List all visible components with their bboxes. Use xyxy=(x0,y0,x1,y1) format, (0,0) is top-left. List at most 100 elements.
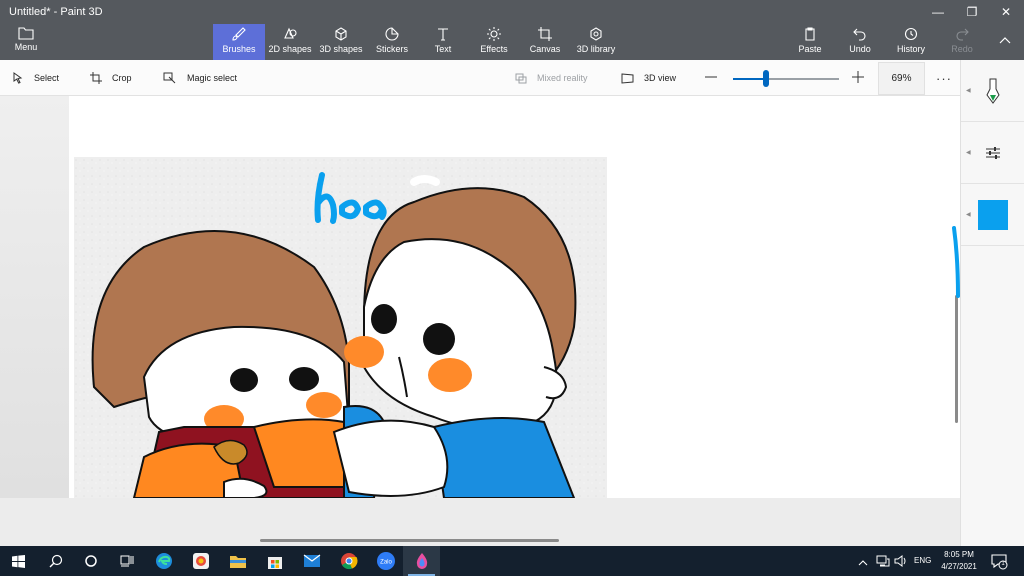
tab-label: 3D library xyxy=(576,44,616,54)
zalo-label: Zalo xyxy=(380,560,392,566)
taskbar: Zalo ENG 8:05 PM 4/27/2021 1 xyxy=(0,546,1024,576)
show-hidden-icons-chevron-icon[interactable] xyxy=(858,555,868,573)
zoom-slider-thumb[interactable] xyxy=(763,70,769,87)
side-panel: ◀ ◀ ◀ xyxy=(960,60,1024,546)
redo-label: Redo xyxy=(951,44,973,54)
tab-brushes[interactable]: Brushes xyxy=(213,24,265,60)
undo-label: Undo xyxy=(849,44,871,54)
expand-caret-icon: ◀ xyxy=(966,212,971,218)
clock-date: 4/27/2021 xyxy=(941,562,977,571)
minimize-button[interactable]: — xyxy=(921,2,955,22)
store-icon[interactable] xyxy=(256,546,293,576)
paste-button[interactable]: Paste xyxy=(796,24,824,60)
menu-label: Menu xyxy=(14,42,38,52)
undo-button[interactable]: Undo xyxy=(846,24,874,60)
volume-icon[interactable] xyxy=(894,554,908,572)
expand-caret-icon: ◀ xyxy=(966,88,971,94)
redo-button[interactable]: Redo xyxy=(948,24,976,60)
notification-center-icon[interactable]: 1 xyxy=(990,552,1008,570)
file-explorer-icon[interactable] xyxy=(219,546,256,576)
drawing-image[interactable]: hoo xyxy=(74,157,607,498)
paint3d-icon[interactable] xyxy=(403,546,440,576)
history-icon xyxy=(895,26,927,44)
more-options-button[interactable]: ··· xyxy=(934,62,954,95)
clipboard-icon xyxy=(796,26,824,44)
tab-3d-shapes[interactable]: 3D shapes xyxy=(319,24,363,60)
tab-label: Effects xyxy=(480,44,508,54)
tab-stickers[interactable]: Stickers xyxy=(373,24,411,60)
tab-text[interactable]: Text xyxy=(428,24,458,60)
windows-start-icon[interactable] xyxy=(0,546,37,576)
tab-2d-shapes[interactable]: 2D shapes xyxy=(268,24,312,60)
zoom-percentage[interactable]: 69% xyxy=(878,62,925,95)
cursor-icon xyxy=(13,72,23,84)
tab-canvas[interactable]: Canvas xyxy=(528,24,562,60)
3d-library-icon xyxy=(575,26,617,44)
tab-label: Canvas xyxy=(529,44,561,54)
chrome-icon[interactable] xyxy=(330,546,367,576)
zalo-icon[interactable]: Zalo xyxy=(367,546,404,576)
expand-caret-icon: ◀ xyxy=(966,150,971,156)
maximize-button[interactable]: ❐ xyxy=(955,2,989,22)
brush-tool-button[interactable]: ◀ xyxy=(961,60,1024,122)
zoom-slider[interactable] xyxy=(733,78,839,80)
3d-view-button[interactable]: 3D view xyxy=(621,60,676,96)
select-label: Select xyxy=(34,73,60,83)
task-view-icon[interactable] xyxy=(108,546,145,576)
canvas-icon xyxy=(528,26,562,44)
vertical-scrollbar[interactable] xyxy=(955,295,958,423)
mail-icon[interactable] xyxy=(293,546,330,576)
title-bar: Untitled* - Paint 3D — ❐ ✕ Menu Brushes … xyxy=(0,0,1024,60)
3d-view-label: 3D view xyxy=(644,73,677,83)
history-label: History xyxy=(896,44,925,54)
undo-icon xyxy=(846,26,874,44)
notification-badge: 1 xyxy=(1001,561,1005,567)
tab-label: 2D shapes xyxy=(268,44,312,54)
zoom-in-icon[interactable] xyxy=(851,70,865,84)
sliders-icon xyxy=(986,146,1000,159)
tab-effects[interactable]: Effects xyxy=(476,24,512,60)
brush-settings-button[interactable]: ◀ xyxy=(961,122,1024,184)
brush-icon xyxy=(213,26,265,44)
magic-select-button[interactable]: Magic select xyxy=(163,60,237,96)
cortana-icon[interactable] xyxy=(72,546,109,576)
redo-icon xyxy=(948,26,976,44)
photos-icon[interactable] xyxy=(182,546,219,576)
tab-label: 3D shapes xyxy=(319,44,363,54)
collapse-ribbon-chevron-icon[interactable] xyxy=(998,34,1012,48)
zoom-out-icon[interactable] xyxy=(704,70,718,84)
crop-label: Crop xyxy=(112,73,132,83)
tab-label: Text xyxy=(434,44,452,54)
sticker-icon xyxy=(373,26,411,44)
language-indicator[interactable]: ENG xyxy=(914,556,931,565)
menu-button[interactable]: Menu xyxy=(8,26,44,56)
tab-label: Brushes xyxy=(222,44,256,54)
network-icon[interactable] xyxy=(876,554,890,572)
close-button[interactable]: ✕ xyxy=(989,2,1023,22)
edge-icon[interactable] xyxy=(145,546,182,576)
sun-icon xyxy=(476,26,512,44)
tab-label: Stickers xyxy=(375,44,408,54)
cube-icon xyxy=(319,26,363,44)
tab-3d-library[interactable]: 3D library xyxy=(575,24,617,60)
search-icon[interactable] xyxy=(37,546,74,576)
3d-view-icon xyxy=(621,73,634,84)
mixed-reality-button[interactable]: Mixed reality xyxy=(515,60,588,96)
horizontal-scrollbar[interactable] xyxy=(260,539,559,542)
marker-pen-icon xyxy=(986,78,1000,104)
folder-icon xyxy=(8,26,44,42)
select-button[interactable]: Select xyxy=(12,60,59,96)
crop-button[interactable]: Crop xyxy=(90,60,132,96)
text-icon xyxy=(428,26,458,44)
active-color-swatch[interactable] xyxy=(978,199,1008,230)
clock[interactable]: 8:05 PM 4/27/2021 xyxy=(934,549,984,573)
paste-label: Paste xyxy=(798,44,822,54)
clock-time: 8:05 PM xyxy=(944,550,974,559)
magic-select-icon xyxy=(163,72,176,84)
mixed-reality-icon xyxy=(515,73,527,84)
window-title: Untitled* - Paint 3D xyxy=(9,6,103,18)
color-picker-button[interactable]: ◀ xyxy=(961,184,1024,246)
2d-shapes-icon xyxy=(268,26,312,44)
history-button[interactable]: History xyxy=(895,24,927,60)
magic-select-label: Magic select xyxy=(187,73,238,83)
